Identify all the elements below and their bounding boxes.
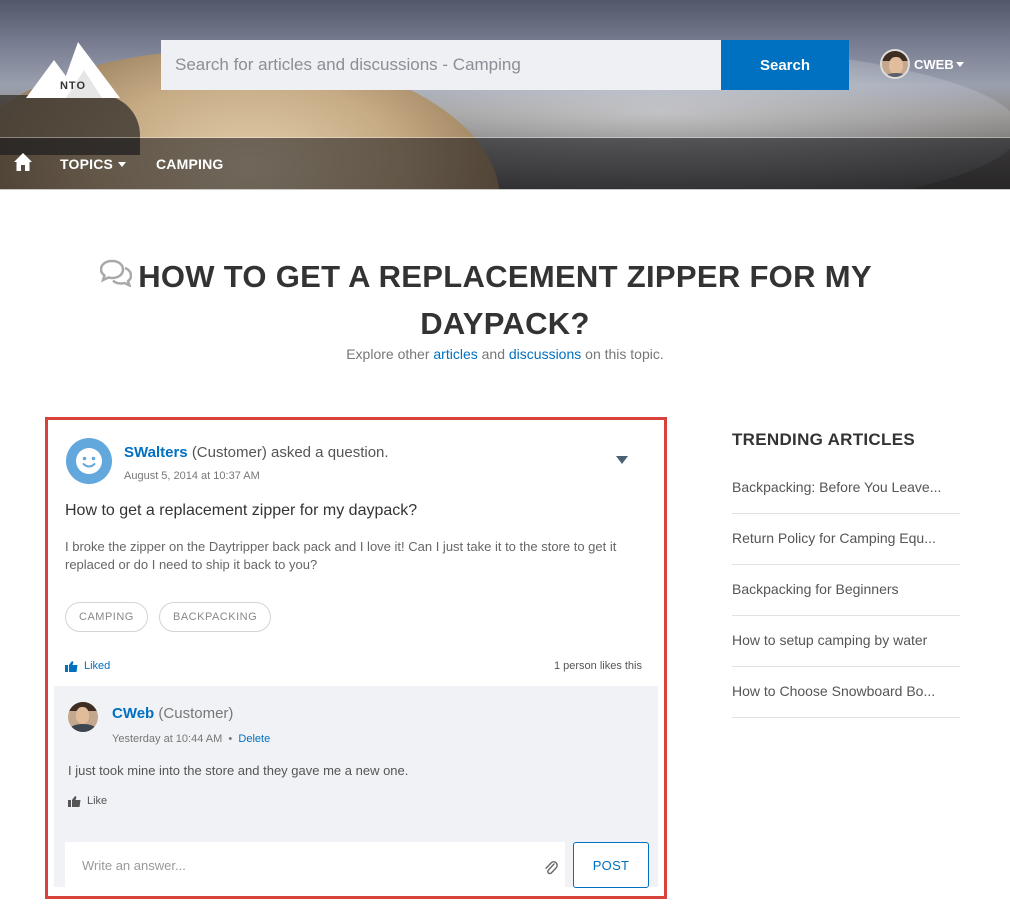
home-icon[interactable] [13, 152, 33, 172]
answer-item: CWeb (Customer) Yesterday at 10:44 AM • … [54, 686, 658, 827]
nav-camping[interactable]: CAMPING [156, 156, 224, 172]
thumbs-up-icon [65, 660, 78, 672]
avatar [880, 49, 910, 79]
discussions-link[interactable]: discussions [509, 346, 581, 362]
trending-list: Backpacking: Before You Leave... Return … [732, 463, 960, 718]
page-title-block: HOW TO GET A REPLACEMENT ZIPPER FOR MY D… [100, 253, 910, 347]
logo[interactable]: NTO [26, 42, 120, 98]
question-author-line: SWalters (Customer) asked a question. [124, 444, 389, 461]
answer-author-line: CWeb (Customer) [112, 705, 234, 722]
chevron-down-icon [118, 161, 127, 167]
thumbs-up-icon [68, 795, 81, 807]
answer-meta: Yesterday at 10:44 AM • Delete [112, 733, 271, 745]
chevron-down-icon [955, 61, 964, 67]
topic-pill-backpacking[interactable]: BACKPACKING [159, 602, 272, 632]
question-title: How to get a replacement zipper for my d… [65, 502, 418, 519]
answer-composer: POST [54, 827, 658, 888]
question-date[interactable]: August 5, 2014 at 10:37 AM [124, 470, 260, 482]
post-button[interactable]: POST [573, 842, 649, 888]
liked-button[interactable]: Liked [65, 660, 110, 672]
search-button[interactable]: Search [721, 40, 849, 90]
navigation-bar: TOPICS CAMPING [0, 138, 1010, 189]
trending-article[interactable]: Backpacking: Before You Leave... [732, 463, 960, 514]
question-feed-card: SWalters (Customer) asked a question. Au… [45, 417, 667, 899]
trending-article[interactable]: How to setup camping by water [732, 616, 960, 667]
answer-input[interactable] [65, 842, 565, 888]
logo-text: NTO [59, 80, 87, 92]
search-input[interactable] [161, 40, 721, 90]
page-subtitle: Explore other articles and discussions o… [346, 346, 664, 362]
chevron-down-icon[interactable] [616, 456, 628, 464]
trending-article[interactable]: Backpacking for Beginners [732, 565, 960, 616]
articles-link[interactable]: articles [433, 346, 477, 362]
like-button[interactable]: Like [68, 795, 107, 807]
question-body: I broke the zipper on the Daytripper bac… [65, 539, 617, 572]
smiley-icon [76, 448, 102, 474]
delete-link[interactable]: Delete [238, 733, 270, 745]
answer-author[interactable]: CWeb [112, 705, 154, 722]
trending-article[interactable]: How to Choose Snowboard Bo... [732, 667, 960, 718]
answer-text: I just took mine into the store and they… [68, 763, 409, 778]
paperclip-icon[interactable] [544, 860, 558, 876]
discussion-icon [100, 259, 132, 287]
trending-heading: TRENDING ARTICLES [732, 430, 915, 449]
answer-date: Yesterday at 10:44 AM [112, 733, 223, 745]
header-banner: NTO Search CWEB TOPICS CAMPING [0, 0, 1010, 190]
page-title: HOW TO GET A REPLACEMENT ZIPPER FOR MY D… [138, 259, 872, 341]
nav-topics[interactable]: TOPICS [60, 156, 127, 172]
user-name: CWEB [914, 56, 954, 72]
likes-count[interactable]: 1 person likes this [554, 660, 642, 672]
topic-pill-camping[interactable]: CAMPING [65, 602, 148, 632]
avatar[interactable] [68, 702, 98, 732]
trending-article[interactable]: Return Policy for Camping Equ... [732, 514, 960, 565]
user-menu[interactable]: CWEB [880, 49, 964, 79]
question-author[interactable]: SWalters [124, 444, 188, 461]
avatar[interactable] [66, 438, 112, 484]
